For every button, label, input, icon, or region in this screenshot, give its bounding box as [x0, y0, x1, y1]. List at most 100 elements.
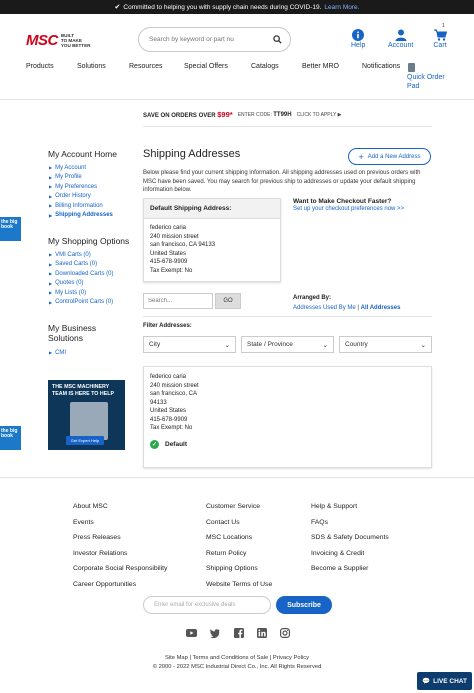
- footer-link[interactable]: Events: [73, 519, 167, 535]
- footer-link[interactable]: Invoicing & Credit: [311, 550, 389, 566]
- search-bar[interactable]: [138, 27, 291, 52]
- facebook-icon[interactable]: [233, 627, 245, 639]
- checkout-promo: Want to Make Checkout Faster? Set up you…: [293, 198, 404, 212]
- address-search: GO: [143, 293, 241, 309]
- instagram-icon[interactable]: [279, 627, 291, 639]
- chevron-down-icon: ⌄: [322, 341, 328, 349]
- footer-link[interactable]: Return Policy: [206, 550, 272, 566]
- plus-icon: +: [358, 151, 364, 162]
- get-expert-help-button[interactable]: Get Expert Help: [66, 436, 104, 445]
- footer-legal-links[interactable]: Site Map | Terms and Conditions of Sale …: [0, 655, 474, 661]
- footer-link[interactable]: About MSC: [73, 503, 167, 519]
- nav-special-offers[interactable]: Special Offers: [184, 63, 228, 70]
- account-home-heading[interactable]: My Account Home: [48, 149, 117, 159]
- sidebar-item-order-history[interactable]: ▶ Order History: [49, 192, 113, 202]
- footer-link[interactable]: FAQs: [311, 519, 389, 535]
- machinery-team-ad[interactable]: THE MSC MACHINERY TEAM IS HERE TO HELP G…: [48, 380, 125, 450]
- main-nav: Products Solutions Resources Special Off…: [0, 63, 474, 73]
- help-button[interactable]: Help: [351, 28, 365, 49]
- shopping-options-heading: My Shopping Options: [48, 236, 130, 246]
- big-book-tab[interactable]: the big book: [0, 217, 21, 241]
- footer-col-service: Customer Service Contact Us MSC Location…: [206, 503, 272, 596]
- account-menu: ▶ My Account ▶ My Profile ▶ My Preferences …: [49, 163, 113, 220]
- chat-icon: 💬: [422, 678, 431, 685]
- sidebar-item-controlpoint[interactable]: ▶ ControlPoint Carts (0): [49, 298, 113, 308]
- promo-text: SAVE ON ORDERS OVER $99*: [143, 110, 233, 119]
- sidebar-item-shipping-addresses[interactable]: ▶ Shipping Addresses: [49, 211, 113, 221]
- promo-apply[interactable]: CLICK TO APPLY ▶: [297, 112, 342, 118]
- search-icon[interactable]: [273, 35, 282, 44]
- logo-tagline: BUILT TO MAKE YOU BETTER: [60, 33, 91, 48]
- footer-col-help: Help & Support FAQs SDS & Safety Documen…: [311, 503, 389, 581]
- sidebar-item-my-lists[interactable]: ▶ My Lists (0): [49, 288, 113, 298]
- subscribe-button[interactable]: Subscribe: [276, 596, 332, 614]
- footer-link[interactable]: SDS & Safety Documents: [311, 534, 389, 550]
- checkout-preferences-link[interactable]: Set up your checkout preferences now >>: [293, 206, 404, 212]
- sidebar-item-my-account[interactable]: ▶ My Account: [49, 163, 113, 173]
- live-chat-button[interactable]: 💬 LIVE CHAT: [417, 672, 472, 690]
- page-title: Shipping Addresses: [143, 148, 241, 160]
- all-addresses-link[interactable]: All Addresses: [361, 305, 401, 311]
- account-button[interactable]: Account: [388, 28, 413, 49]
- nav-better-mro[interactable]: Better MRO: [302, 63, 339, 70]
- country-select[interactable]: Country ⌄: [339, 336, 432, 353]
- sidebar-item-quotes[interactable]: ▶ Quotes (0): [49, 279, 113, 289]
- footer-link[interactable]: Press Releases: [73, 534, 167, 550]
- go-button[interactable]: GO: [215, 293, 241, 309]
- city-select[interactable]: City ⌄: [143, 336, 236, 353]
- business-menu: ▶ CMI: [49, 348, 66, 358]
- footer-link[interactable]: Investor Relations: [73, 550, 167, 566]
- clipboard-icon: [408, 63, 415, 72]
- search-input[interactable]: [149, 36, 259, 43]
- addresses-used-by-me-link[interactable]: Addresses Used By Me: [293, 305, 356, 311]
- sidebar-item-saved-carts[interactable]: ▶ Saved Carts (0): [49, 260, 113, 270]
- help-label: Help: [351, 42, 366, 49]
- state-select[interactable]: State / Province ⌄: [241, 336, 334, 353]
- checkout-title: Want to Make Checkout Faster?: [293, 198, 392, 205]
- footer-link[interactable]: Corporate Social Responsibility: [73, 565, 167, 581]
- nav-notifications[interactable]: Notifications: [362, 63, 400, 70]
- nav-resources[interactable]: Resources: [129, 63, 162, 70]
- promo-code: ENTER CODE: TT99H: [237, 111, 292, 118]
- nav-catalogs[interactable]: Catalogs: [251, 63, 279, 70]
- sidebar-item-my-preferences[interactable]: ▶ My Preferences: [49, 182, 113, 192]
- check-circle-icon: ✓: [150, 440, 159, 449]
- address-card[interactable]: federico caria 240 mission street san fr…: [143, 366, 432, 468]
- cart-button[interactable]: Cart: [433, 28, 447, 49]
- help-icon: [351, 28, 365, 42]
- msc-logo[interactable]: MSC BUILT TO MAKE YOU BETTER: [26, 32, 90, 49]
- sidebar-item-cmi[interactable]: ▶ CMI: [49, 348, 66, 358]
- footer-link[interactable]: Customer Service: [206, 503, 272, 519]
- sidebar-item-billing[interactable]: ▶ Billing Information: [49, 201, 113, 211]
- address-search-input[interactable]: [143, 293, 213, 309]
- arranged-by: Arranged By: Addresses Used By Me | All …: [293, 295, 401, 311]
- sidebar-item-my-profile[interactable]: ▶ My Profile: [49, 173, 113, 183]
- promo-bar[interactable]: SAVE ON ORDERS OVER $99* ENTER CODE: TT9…: [143, 110, 341, 119]
- twitter-icon[interactable]: [209, 627, 221, 639]
- shopping-menu: ▶ VMI Carts (0) ▶ Saved Carts (0) ▶ Downloa…: [49, 250, 113, 307]
- sidebar-item-downloaded-carts[interactable]: ▶ Downloaded Carts (0): [49, 269, 113, 279]
- nav-solutions[interactable]: Solutions: [77, 63, 106, 70]
- covid-banner: ✔ Committed to helping you with supply c…: [0, 0, 474, 14]
- banner-text: Committed to helping you with supply cha…: [123, 3, 322, 11]
- default-address-card: Default Shipping Address: federico caria…: [143, 198, 281, 282]
- arranged-by-label: Arranged By:: [293, 295, 332, 301]
- nav-products[interactable]: Products: [26, 63, 54, 70]
- footer-link[interactable]: Help & Support: [311, 503, 389, 519]
- newsletter-email-input[interactable]: Enter email for exclusive deals: [143, 596, 271, 614]
- footer-link[interactable]: Become a Supplier: [311, 565, 389, 581]
- footer-link[interactable]: Career Opportunities: [73, 581, 167, 597]
- chevron-down-icon: ⌄: [224, 341, 230, 349]
- quick-order-label: Quick Order Pad: [407, 74, 445, 90]
- linkedin-icon[interactable]: [256, 627, 268, 639]
- footer-link[interactable]: MSC Locations: [206, 534, 272, 550]
- big-book-tab[interactable]: the big book: [0, 426, 21, 450]
- learn-more-link[interactable]: Learn More.: [324, 4, 359, 11]
- footer-link[interactable]: Shipping Options: [206, 565, 272, 581]
- footer-link[interactable]: Contact Us: [206, 519, 272, 535]
- youtube-icon[interactable]: [185, 627, 197, 639]
- add-address-button[interactable]: + Add a New Address: [348, 148, 431, 165]
- sidebar-item-vmi-carts[interactable]: ▶ VMI Carts (0): [49, 250, 113, 260]
- copyright: © 2000 - 2022 MSC Industrial Direct Co.,…: [152, 664, 322, 670]
- footer-link[interactable]: Website Terms of Use: [206, 581, 272, 597]
